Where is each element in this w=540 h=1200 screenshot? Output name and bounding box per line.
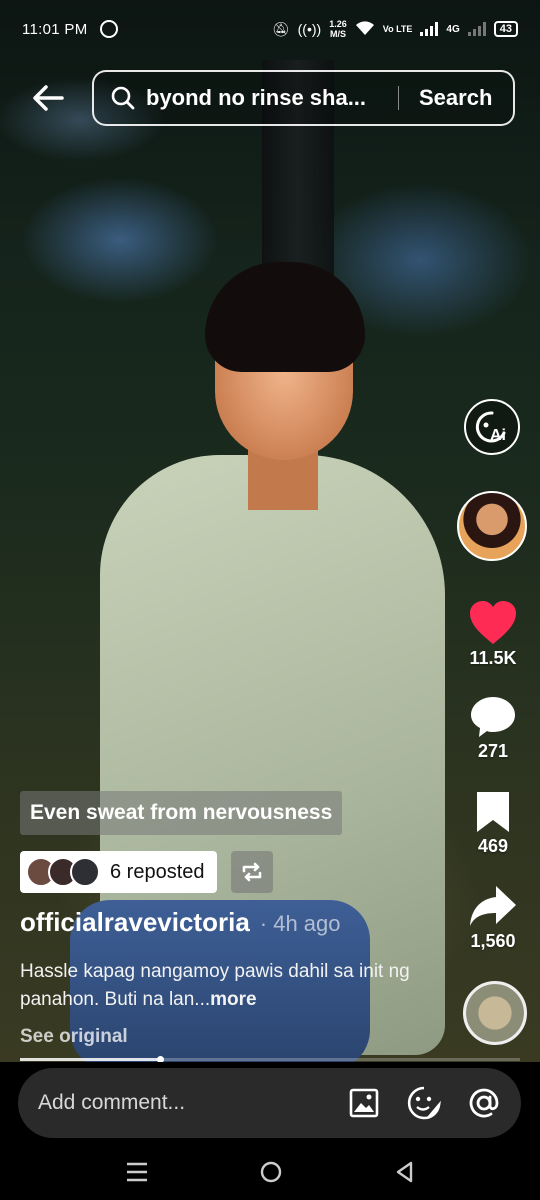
- repost-count-label: 6 reposted: [110, 860, 205, 883]
- author-name[interactable]: officialravevictoria: [20, 907, 250, 938]
- comment-input[interactable]: Add comment...: [18, 1068, 521, 1138]
- network-speed-unit: M/S: [329, 29, 346, 39]
- recents-button[interactable]: [125, 1161, 149, 1188]
- volte-label: Vo LTE: [382, 24, 413, 34]
- see-original-link[interactable]: See original: [20, 1026, 128, 1048]
- back-button[interactable]: [28, 78, 68, 118]
- reposter-avatars: [26, 857, 100, 887]
- comment-placeholder: Add comment...: [38, 1091, 186, 1114]
- bookmark-icon: [477, 792, 509, 832]
- status-bar: 11:01 PM 🔕︎ ((•)) 1.26 M/S Vo LTE 4G 43: [0, 0, 540, 58]
- emoji-sticker-icon[interactable]: [405, 1084, 443, 1122]
- signal-strength-sim2-icon: [467, 22, 486, 36]
- repost-row: 6 reposted: [20, 851, 273, 893]
- video-progress-fill: [20, 1058, 160, 1061]
- comment-bubble-icon: [471, 697, 515, 737]
- nav-back-triangle-icon: [396, 1161, 413, 1182]
- search-icon: [111, 86, 135, 110]
- search-bar[interactable]: byond no rinse sha... Search: [92, 70, 515, 126]
- system-nav-bar: [0, 1148, 540, 1200]
- reposted-by-pill[interactable]: 6 reposted: [20, 851, 217, 893]
- share-count: 1,560: [470, 931, 516, 951]
- battery-indicator: 43: [493, 21, 518, 37]
- caption-overlay: Even sweat from nervousness: [20, 791, 343, 835]
- author-row: officialravevictoria · 4h ago: [20, 907, 341, 938]
- search-query[interactable]: byond no rinse sha...: [146, 85, 381, 111]
- person-hair: [205, 262, 365, 372]
- wifi-icon: [355, 20, 375, 38]
- network-type: 4G: [446, 23, 460, 35]
- hotspot-icon: ((•)): [297, 21, 322, 37]
- repost-button[interactable]: [230, 851, 273, 893]
- recents-icon: [127, 1162, 147, 1181]
- heart-icon: [470, 601, 516, 644]
- ai-icon: Ai: [475, 411, 506, 444]
- share-arrow-icon: [470, 886, 516, 926]
- ai-label: Ai: [490, 427, 506, 444]
- nav-back-button[interactable]: [393, 1160, 415, 1189]
- search-divider: [398, 86, 399, 110]
- network-speed: 1.26 M/S: [329, 19, 347, 39]
- like-count: 11.5K: [469, 648, 517, 668]
- viber-icon: [99, 20, 118, 38]
- back-arrow-icon: [33, 85, 64, 111]
- mention-icon[interactable]: [465, 1084, 503, 1122]
- video-progress-bar[interactable]: [20, 1056, 520, 1063]
- like-button[interactable]: 11.5K: [455, 600, 531, 669]
- bookmark-count: 469: [477, 836, 509, 856]
- signal-strength-icon: [420, 22, 439, 36]
- share-button[interactable]: 1,560: [455, 883, 531, 952]
- status-time: 11:01 PM: [22, 20, 88, 38]
- post-age: · 4h ago: [259, 911, 341, 936]
- creator-avatar[interactable]: [457, 491, 527, 561]
- network-speed-value: 1.26: [329, 19, 347, 29]
- more-link[interactable]: more: [210, 989, 256, 1010]
- search-button[interactable]: Search: [419, 85, 492, 111]
- bookmark-button[interactable]: 469: [455, 790, 531, 857]
- image-icon[interactable]: [345, 1084, 383, 1122]
- home-button[interactable]: [259, 1160, 283, 1189]
- ai-button[interactable]: Ai: [464, 399, 520, 455]
- comment-button[interactable]: 271: [455, 695, 531, 762]
- repost-icon: [242, 862, 261, 882]
- mute-icon: 🔕︎: [271, 21, 290, 37]
- home-circle-icon: [260, 1161, 282, 1182]
- sound-disc[interactable]: [463, 981, 527, 1045]
- comment-count: 271: [477, 741, 509, 761]
- reposter-avatar: [70, 857, 100, 887]
- post-description[interactable]: Hassle kapag nangamoy pawis dahil sa ini…: [20, 958, 440, 1014]
